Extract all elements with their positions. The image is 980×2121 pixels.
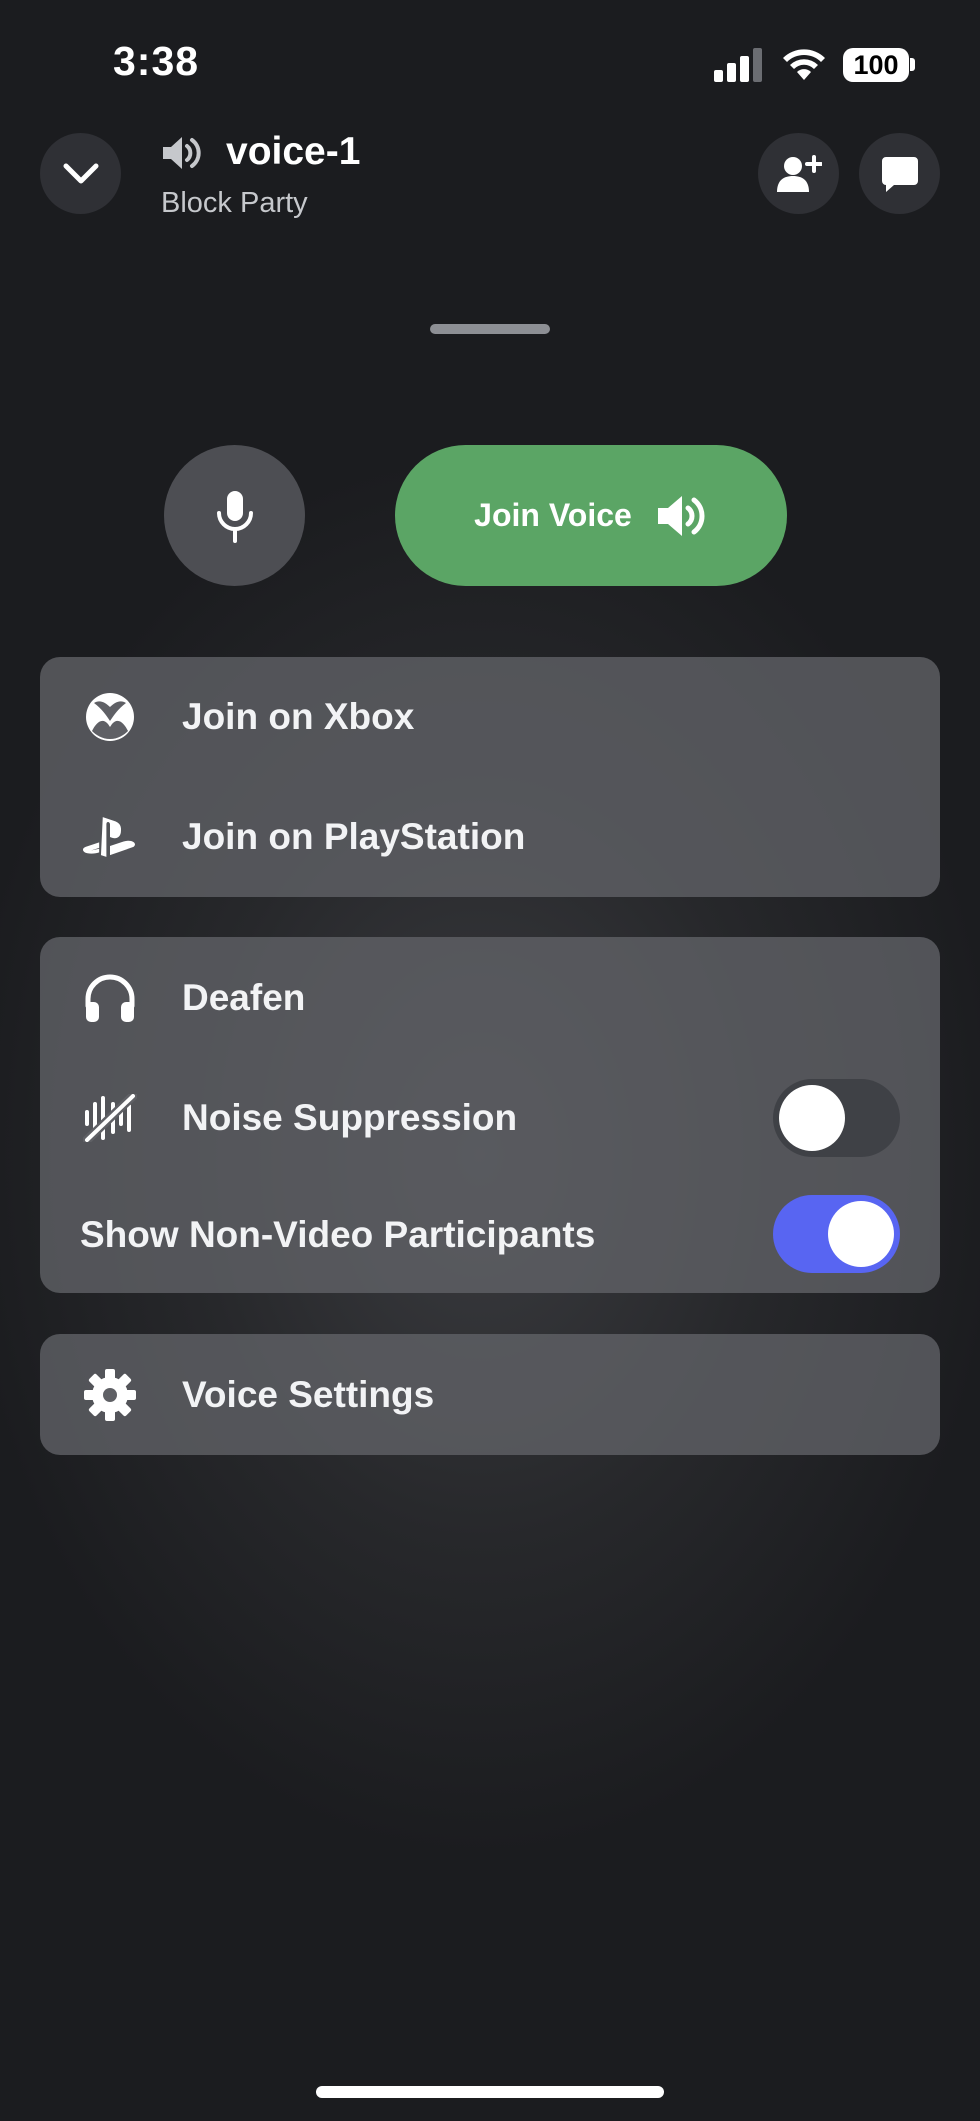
join-playstation-item[interactable]: Join on PlayStation [40,777,940,897]
server-name: Block Party [161,187,308,219]
join-xbox-item[interactable]: Join on Xbox [40,657,940,777]
join-voice-label: Join Voice [474,497,632,533]
headphones-icon [82,970,138,1026]
home-indicator[interactable] [316,2086,664,2098]
xbox-icon [82,689,138,745]
join-xbox-label: Join on Xbox [182,696,415,737]
microphone-button[interactable] [164,445,305,586]
playstation-icon [82,809,138,865]
battery-indicator: 100 [843,48,909,82]
non-video-participants-item: Show Non-Video Participants [40,1177,940,1293]
voice-settings-item[interactable]: Voice Settings [40,1334,940,1455]
noise-suppression-icon [82,1090,138,1146]
voice-settings-label: Voice Settings [182,1373,435,1415]
non-video-participants-label: Show Non-Video Participants [80,1214,596,1255]
deafen-label: Deafen [182,977,306,1018]
noise-suppression-toggle[interactable] [773,1079,900,1157]
audio-card: Deafen Noise Suppression Show Non-Video … [40,937,940,1293]
join-playstation-label: Join on PlayStation [182,816,526,857]
join-voice-button[interactable]: Join Voice [395,445,787,586]
chat-bubble-icon [881,156,918,192]
collapse-button[interactable] [40,133,121,214]
deafen-item[interactable]: Deafen [40,937,940,1059]
invite-button[interactable] [758,133,839,214]
toggle-knob [828,1201,894,1267]
noise-suppression-label: Noise Suppression [182,1097,518,1138]
speaker-icon [657,495,705,536]
chat-button[interactable] [859,133,940,214]
battery-tip [910,58,915,71]
gear-icon [82,1367,138,1423]
cellular-signal-icon [714,48,762,82]
add-user-icon [776,154,822,192]
microphone-icon [216,490,253,543]
toggle-knob [779,1085,845,1151]
channel-name: voice-1 [226,130,361,173]
speaker-icon [163,137,201,169]
non-video-participants-toggle[interactable] [773,1195,900,1273]
status-time: 3:38 [113,38,200,84]
sheet-grabber[interactable] [430,324,550,334]
chevron-down-icon [63,163,98,183]
noise-suppression-item: Noise Suppression [40,1059,940,1177]
console-card: Join on Xbox Join on PlayStation [40,657,940,897]
settings-card: Voice Settings [40,1334,940,1455]
wifi-icon [783,49,825,80]
